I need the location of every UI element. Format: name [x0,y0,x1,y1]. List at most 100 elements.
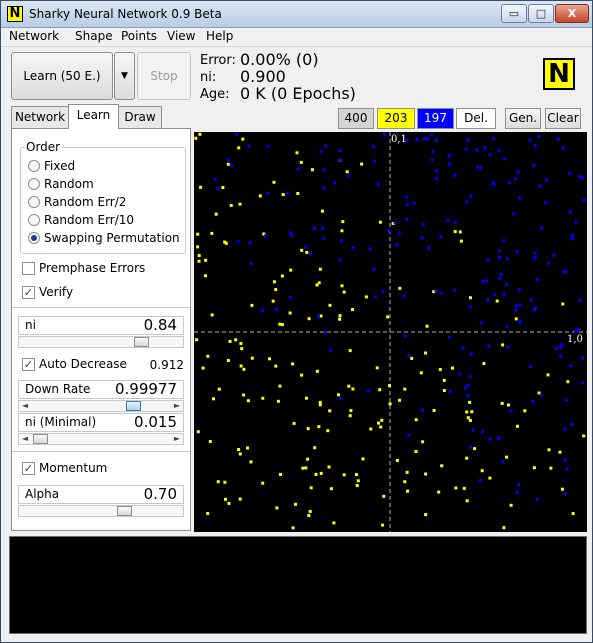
slider-thumb[interactable] [117,506,132,516]
slider-track[interactable] [18,336,184,348]
blue-count-button[interactable]: 197 [417,108,454,129]
data-point [482,362,486,365]
title-bar[interactable]: N Sharky Neural Network 0.9 Beta ▭ □ X [1,1,592,28]
slider-track[interactable] [18,505,184,517]
data-point [424,513,428,517]
data-point [421,408,424,412]
point-count-button[interactable]: 400 [338,108,374,129]
order-random-err10-radio[interactable]: Random Err/10 [28,213,134,227]
close-icon[interactable]: X [555,4,589,23]
generate-button[interactable]: Gen. [505,108,541,129]
data-point [360,162,364,166]
slider-thumb[interactable] [134,337,149,347]
data-point [582,434,586,438]
data-point [466,384,470,387]
ni-label: ni: [200,70,217,85]
data-point [280,323,284,327]
tab-learn[interactable]: Learn [68,104,119,129]
menu-network[interactable]: Network [9,29,59,43]
momentum-checkbox[interactable]: ✓ Momentum [22,461,107,475]
data-point [462,486,466,490]
yellow-count-button[interactable]: 203 [377,108,415,129]
down-rate-slider[interactable]: Down Rate 0.99977 ◄ ► [18,380,184,414]
menu-help[interactable]: Help [206,29,233,43]
data-point [246,446,249,450]
data-point [407,353,411,357]
data-point [305,396,308,400]
data-point [333,181,337,185]
premphase-checkbox[interactable]: Premphase Errors [22,261,145,275]
data-point [291,362,295,366]
data-point [340,239,343,243]
order-random-radio[interactable]: Random [28,177,94,191]
data-point [275,308,279,311]
data-point [468,375,472,379]
plot-canvas[interactable]: 0,1 1,0 [194,132,587,532]
order-random-err2-radio[interactable]: Random Err/2 [28,195,126,209]
ni-minimal-slider[interactable]: ni (Minimal) 0.015 ◄ ► [18,413,184,447]
tab-draw[interactable]: Draw [118,106,162,128]
data-point [507,403,510,407]
tab-network[interactable]: Network [11,106,69,128]
data-point [544,201,548,204]
data-point [339,396,343,400]
data-point [355,473,358,477]
data-point [321,226,325,230]
points-plot[interactable] [194,132,587,532]
data-point [240,347,244,351]
maximize-icon[interactable]: □ [528,4,554,23]
data-point [388,384,391,388]
stop-button[interactable]: Stop [137,52,191,100]
data-point [509,409,513,413]
auto-decrease-checkbox[interactable]: ✓ Auto Decrease [22,357,127,371]
down-rate-slider-label: Down Rate 0.99977 [18,380,184,399]
slider-track[interactable]: ◄ ► [18,433,184,445]
data-point [196,430,200,434]
data-point [539,393,543,397]
slider-thumb[interactable] [126,401,141,411]
data-point [533,251,537,255]
data-point [249,262,253,266]
slider-thumb[interactable] [33,434,48,444]
menu-view[interactable]: View [167,29,195,43]
chevron-down-icon[interactable]: ▼ [114,52,135,100]
data-point [465,456,469,460]
data-point [291,526,295,530]
clear-button[interactable]: Clear [545,108,581,129]
verify-checkbox[interactable]: ✓ Verify [22,285,73,299]
chevron-left-icon[interactable]: ◄ [19,434,31,444]
data-point [453,230,457,233]
radio-selected-icon [28,232,40,244]
slider-track[interactable]: ◄ ► [18,400,184,412]
menu-points[interactable]: Points [121,29,157,43]
data-point [238,452,242,456]
alpha-slider[interactable]: Alpha 0.70 [18,485,184,519]
data-point [410,356,414,360]
data-point [440,464,444,468]
data-point [424,472,428,476]
data-point [571,512,575,516]
order-fixed-radio[interactable]: Fixed [28,159,75,173]
learn-button[interactable]: Learn (50 E.) [11,52,113,100]
data-point [275,506,279,510]
data-point [366,389,370,393]
logo-icon: N [543,58,575,90]
data-point [328,303,332,307]
delete-button[interactable]: Del. [456,108,496,129]
data-point [326,429,330,433]
data-point [560,487,564,491]
data-point [514,308,518,312]
data-point [581,356,584,360]
order-swapping-radio[interactable]: Swapping Permutation [28,231,180,245]
data-point [382,494,386,498]
ni-slider[interactable]: ni 0.84 [18,316,184,350]
chevron-right-icon[interactable]: ► [171,434,183,444]
minimize-icon[interactable]: ▭ [501,4,527,23]
chevron-right-icon[interactable]: ► [171,401,183,411]
menu-shape[interactable]: Shape [75,29,113,43]
data-point [376,182,380,186]
chevron-left-icon[interactable]: ◄ [19,401,31,411]
data-point [458,230,462,234]
data-point [403,387,407,391]
data-point [322,168,326,172]
